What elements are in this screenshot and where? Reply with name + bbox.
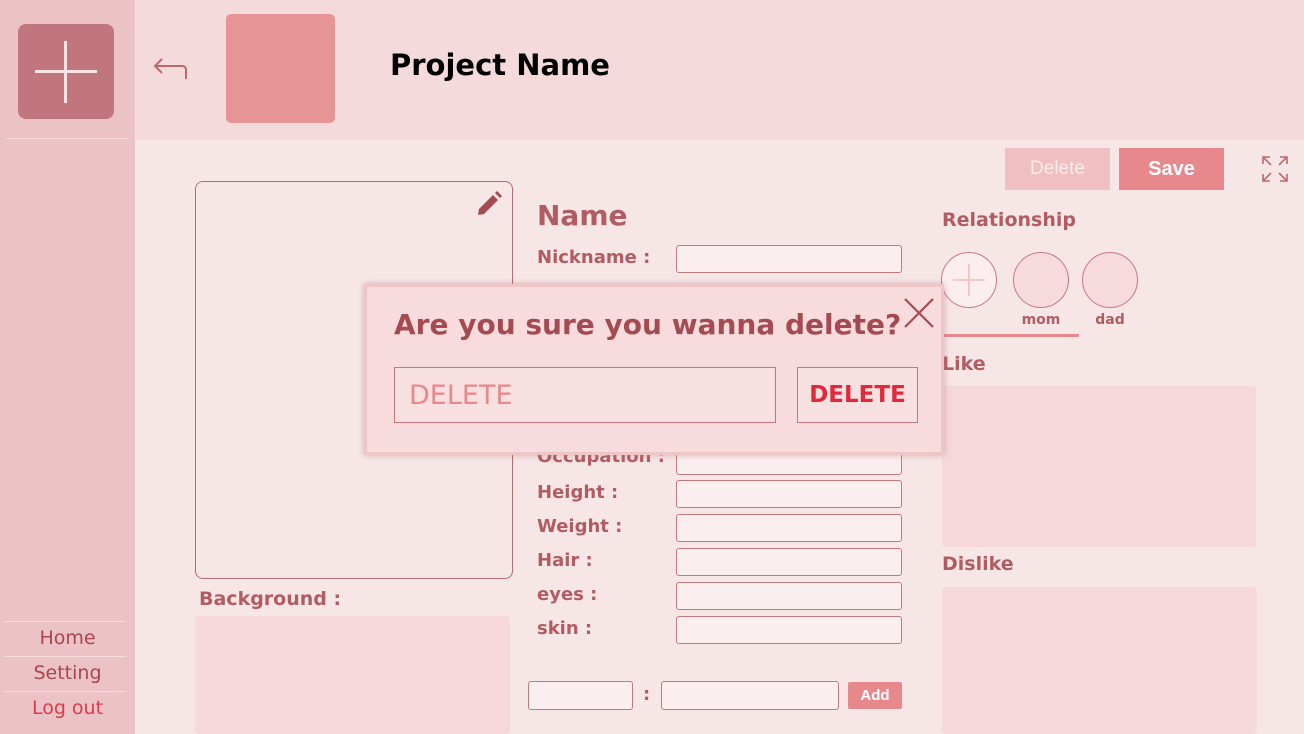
- pencil-icon[interactable]: [474, 189, 504, 219]
- sidebar-divider: [4, 656, 126, 657]
- custom-field-separator: :: [643, 684, 651, 705]
- relationship-name: dad: [1095, 312, 1125, 328]
- sidebar-item-logout[interactable]: Log out: [0, 697, 135, 719]
- delete-button[interactable]: Delete: [1005, 148, 1110, 190]
- relationship-name: mom: [1021, 312, 1061, 328]
- field-label-nickname: Nickname :: [537, 247, 651, 268]
- add-field-button[interactable]: Add: [848, 682, 902, 709]
- relationship-avatar[interactable]: [1082, 252, 1138, 308]
- project-title: Project Name: [390, 48, 610, 82]
- field-label-eyes: eyes :: [537, 584, 598, 605]
- delete-confirm-dialog: Are you sure you wanna delete? DELETE: [364, 284, 944, 455]
- background-textarea[interactable]: [195, 616, 510, 734]
- height-input[interactable]: [676, 480, 902, 508]
- skin-input[interactable]: [676, 616, 902, 644]
- relationship-underline: [941, 334, 1079, 337]
- add-relationship-button[interactable]: [941, 252, 997, 308]
- delete-confirm-input[interactable]: [394, 367, 776, 423]
- relationship-avatar[interactable]: [1013, 252, 1069, 308]
- relationship-heading: Relationship: [942, 209, 1076, 231]
- background-label: Background :: [199, 588, 342, 610]
- sidebar-item-setting[interactable]: Setting: [0, 662, 135, 684]
- field-label-weight: Weight :: [537, 516, 623, 537]
- back-arrow-icon[interactable]: [152, 55, 188, 83]
- save-button[interactable]: Save: [1119, 148, 1224, 190]
- confirm-delete-button[interactable]: DELETE: [797, 367, 918, 423]
- nickname-input[interactable]: [676, 245, 902, 273]
- dislike-heading: Dislike: [942, 553, 1014, 575]
- sidebar: Home Setting Log out: [0, 0, 135, 734]
- dialog-title: Are you sure you wanna delete?: [394, 308, 902, 341]
- custom-field-key-input[interactable]: [528, 681, 633, 710]
- field-label-hair: Hair :: [537, 550, 593, 571]
- dislike-textarea[interactable]: [942, 587, 1257, 734]
- character-name[interactable]: Name: [537, 199, 628, 232]
- hair-input[interactable]: [676, 548, 902, 576]
- project-thumbnail[interactable]: [226, 14, 335, 123]
- weight-input[interactable]: [676, 514, 902, 542]
- custom-field-value-input[interactable]: [661, 681, 839, 710]
- eyes-input[interactable]: [676, 582, 902, 610]
- expand-icon[interactable]: [1260, 154, 1290, 184]
- like-heading: Like: [942, 353, 986, 375]
- close-icon[interactable]: [902, 296, 936, 330]
- sidebar-divider: [4, 691, 126, 692]
- sidebar-divider: [4, 621, 126, 622]
- field-label-height: Height :: [537, 482, 619, 503]
- add-project-button[interactable]: [18, 24, 114, 119]
- like-textarea[interactable]: [942, 386, 1256, 547]
- sidebar-item-home[interactable]: Home: [0, 627, 135, 649]
- field-label-skin: skin :: [537, 618, 593, 639]
- sidebar-divider: [6, 138, 128, 139]
